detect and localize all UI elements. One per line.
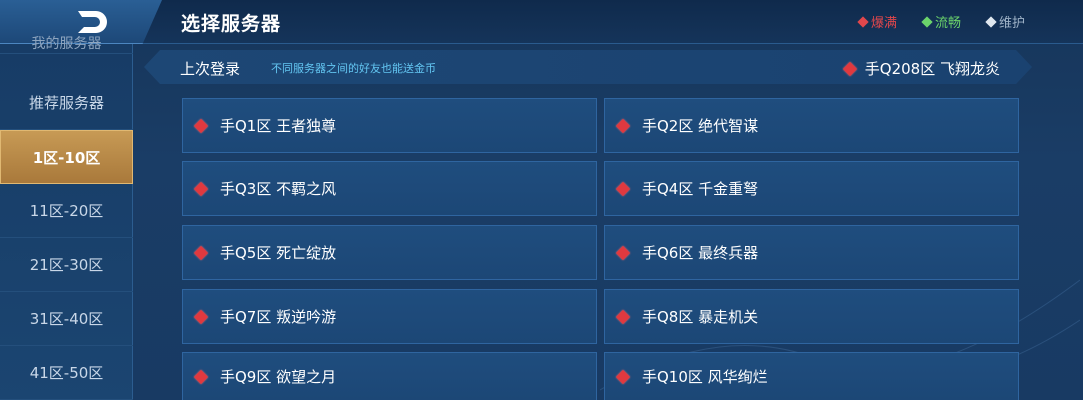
server-name: 手Q8区 暴走机关	[642, 308, 759, 326]
last-login-bar[interactable]: 上次登录 不同服务器之间的好友也能送金币 手Q208区 飞翔龙炎	[144, 50, 1032, 84]
server-item-q5[interactable]: 手Q5区 死亡绽放	[182, 225, 597, 280]
sidebar-item-recommended[interactable]: 推荐服务器	[0, 76, 133, 130]
server-item-q9[interactable]: 手Q9区 欲望之月	[182, 352, 597, 400]
server-name: 手Q4区 千金重弩	[642, 180, 759, 198]
red-diamond-icon	[615, 309, 631, 324]
sidebar-item-41-50[interactable]: 41区-50区	[0, 346, 133, 400]
legend-smooth-label: 流畅	[934, 16, 961, 31]
legend-maintenance: 维护	[985, 12, 1025, 31]
top-bar: 选择服务器 爆满 流畅 维护	[0, 0, 1083, 44]
last-login-server-name: 手Q208区 飞翔龙炎	[864, 60, 1000, 78]
red-diamond-icon	[615, 245, 631, 260]
sidebar-item-1-10[interactable]: 1区-10区	[0, 130, 133, 184]
server-name: 手Q7区 叛逆吟游	[220, 308, 337, 326]
sidebar: 我的服务器 推荐服务器 1区-10区 11区-20区 21区-30区 31区-4…	[0, 36, 133, 400]
server-item-q3[interactable]: 手Q3区 不羁之风	[182, 161, 597, 216]
legend-full-label: 爆满	[870, 16, 897, 31]
last-login-server[interactable]: 手Q208区 飞翔龙炎	[845, 58, 1000, 79]
red-diamond-icon	[193, 309, 209, 324]
server-name: 手Q1区 王者独尊	[220, 117, 337, 135]
red-diamond-icon	[193, 181, 209, 196]
red-diamond-icon	[193, 245, 209, 260]
server-item-q10[interactable]: 手Q10区 风华绚烂	[604, 352, 1019, 400]
server-item-q1[interactable]: 手Q1区 王者独尊	[182, 98, 597, 153]
last-login-note: 不同服务器之间的好友也能送金币	[271, 62, 436, 75]
red-diamond-icon	[615, 181, 631, 196]
last-login-label: 上次登录	[180, 60, 241, 78]
legend-smooth: 流畅	[921, 12, 961, 31]
red-diamond-icon	[857, 15, 869, 28]
server-item-q8[interactable]: 手Q8区 暴走机关	[604, 289, 1019, 344]
server-name: 手Q2区 绝代智谋	[642, 117, 759, 135]
server-name: 手Q10区 风华绚烂	[642, 368, 768, 386]
red-diamond-icon	[843, 61, 857, 75]
legend-maintenance-label: 维护	[998, 16, 1025, 31]
red-diamond-icon	[193, 118, 209, 133]
red-diamond-icon	[615, 369, 631, 384]
white-diamond-icon	[985, 15, 997, 28]
sidebar-item-11-20[interactable]: 11区-20区	[0, 184, 133, 238]
page-title: 选择服务器	[181, 13, 282, 35]
green-diamond-icon	[921, 15, 933, 28]
server-item-q7[interactable]: 手Q7区 叛逆吟游	[182, 289, 597, 344]
sidebar-item-my-servers[interactable]: 我的服务器	[0, 34, 133, 54]
red-diamond-icon	[615, 118, 631, 133]
server-name: 手Q6区 最终兵器	[642, 244, 759, 262]
sidebar-item-21-30[interactable]: 21区-30区	[0, 238, 133, 292]
back-icon	[78, 11, 107, 33]
red-diamond-icon	[193, 369, 209, 384]
legend-full: 爆满	[857, 12, 897, 31]
sidebar-item-31-40[interactable]: 31区-40区	[0, 292, 133, 346]
status-legend: 爆满 流畅 维护	[857, 12, 1025, 31]
server-name: 手Q5区 死亡绽放	[220, 244, 337, 262]
server-name: 手Q9区 欲望之月	[220, 368, 337, 386]
server-item-q2[interactable]: 手Q2区 绝代智谋	[604, 98, 1019, 153]
server-item-q6[interactable]: 手Q6区 最终兵器	[604, 225, 1019, 280]
server-item-q4[interactable]: 手Q4区 千金重弩	[604, 161, 1019, 216]
server-name: 手Q3区 不羁之风	[220, 180, 337, 198]
